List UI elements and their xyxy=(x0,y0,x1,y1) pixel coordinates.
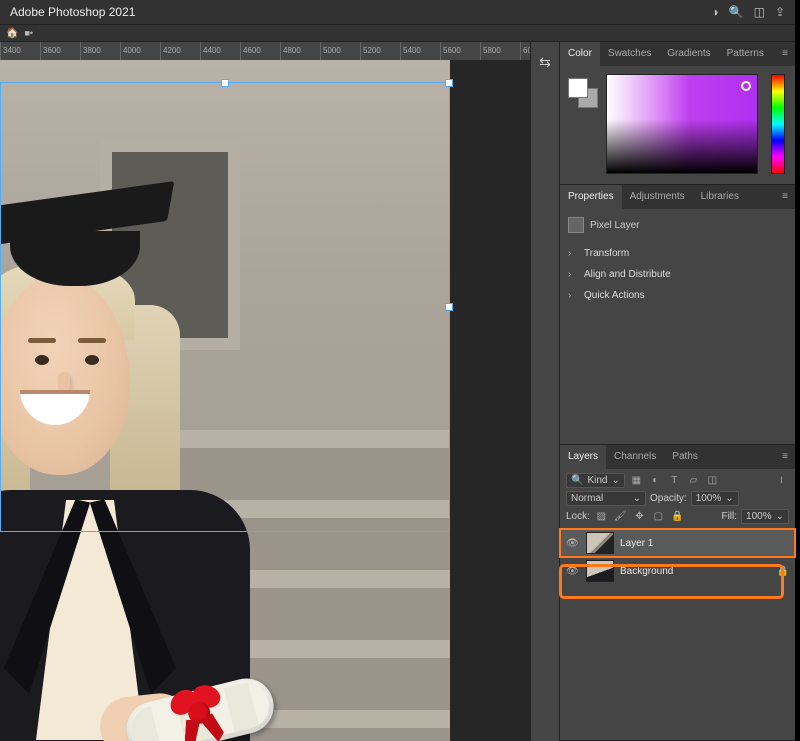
panel-menu-icon[interactable]: ≡ xyxy=(775,445,795,469)
tab-libraries[interactable]: Libraries xyxy=(693,185,747,209)
lock-position-icon[interactable]: ✥ xyxy=(632,510,647,524)
cloud-docs-icon[interactable]: ◑ xyxy=(711,5,718,19)
layers-panel: Layers Channels Paths ≡ 🔍 Kind ⌄ ▦ ◐ T ▱… xyxy=(560,445,795,741)
panel-menu-icon[interactable]: ≡ xyxy=(775,42,795,66)
ruler-tick: 3600 xyxy=(40,42,80,60)
blend-mode-select[interactable]: Normal⌄ xyxy=(566,491,646,506)
app-title: Adobe Photoshop 2021 xyxy=(10,5,135,19)
color-field[interactable] xyxy=(606,74,758,174)
tab-patterns[interactable]: Patterns xyxy=(719,42,772,66)
tab-gradients[interactable]: Gradients xyxy=(659,42,718,66)
chevron-down-icon: ⌄ xyxy=(633,493,641,504)
document-canvas[interactable] xyxy=(0,60,450,741)
ruler-tick: 3400 xyxy=(0,42,40,60)
layer-item[interactable]: 👁 Background 🔒 xyxy=(560,557,795,585)
lock-icon[interactable]: 🔒 xyxy=(777,566,789,577)
ruler-tick: 4800 xyxy=(280,42,320,60)
visibility-toggle-icon[interactable]: 👁 xyxy=(566,538,580,549)
ruler-tick: 4600 xyxy=(240,42,280,60)
layer-name[interactable]: Background xyxy=(620,566,771,577)
fill-input[interactable]: 100% ⌄ xyxy=(741,509,789,524)
titlebar: Adobe Photoshop 2021 ◑ 🔍 ◫ ⇪ xyxy=(0,0,795,24)
properties-header: Pixel Layer xyxy=(568,217,787,233)
tab-adjustments[interactable]: Adjustments xyxy=(622,185,693,209)
filter-shape-icon[interactable]: ▱ xyxy=(686,474,701,488)
chevron-down-icon: ⌄ xyxy=(776,511,784,522)
ruler-tick: 5200 xyxy=(360,42,400,60)
layer-thumbnail[interactable] xyxy=(586,560,614,582)
layer-thumbnail[interactable] xyxy=(586,532,614,554)
record-icon[interactable]: ■• xyxy=(24,28,33,38)
section-transform[interactable]: ›Transform xyxy=(568,243,787,264)
share-icon[interactable]: ⇪ xyxy=(775,5,785,19)
tab-swatches[interactable]: Swatches xyxy=(600,42,659,66)
lock-label: Lock: xyxy=(566,511,590,522)
panel-menu-icon[interactable]: ≡ xyxy=(775,185,795,209)
properties-panel: Properties Adjustments Libraries ≡ Pixel… xyxy=(560,185,795,445)
home-icon[interactable]: 🏠 xyxy=(6,28,18,39)
tab-channels[interactable]: Channels xyxy=(606,445,664,469)
lock-transparency-icon[interactable]: ▨ xyxy=(594,510,609,524)
workspace-icon[interactable]: ◫ xyxy=(754,5,765,19)
right-panels: Color Swatches Gradients Patterns ≡ Prop… xyxy=(560,42,795,741)
ruler-tick: 6000 xyxy=(520,42,530,60)
color-picker-cursor[interactable] xyxy=(741,81,751,91)
pixel-layer-icon xyxy=(568,217,584,233)
layer-list: 👁 Layer 1 👁 Background 🔒 xyxy=(560,528,795,585)
chevron-right-icon: › xyxy=(568,290,578,301)
properties-title: Pixel Layer xyxy=(590,220,639,231)
collapsed-panel-dock: ⇆ xyxy=(530,42,560,741)
ruler-tick: 5800 xyxy=(480,42,520,60)
lock-artboard-icon[interactable]: ▢ xyxy=(651,510,666,524)
tab-paths[interactable]: Paths xyxy=(664,445,706,469)
search-icon[interactable]: 🔍 xyxy=(729,5,744,19)
opacity-label: Opacity: xyxy=(650,493,687,504)
opacity-input[interactable]: 100% ⌄ xyxy=(691,491,739,506)
titlebar-actions: ◑ 🔍 ◫ ⇪ xyxy=(711,5,785,19)
filter-pixel-icon[interactable]: ▦ xyxy=(629,474,644,488)
color-panel: Color Swatches Gradients Patterns ≡ xyxy=(560,42,795,185)
ruler-tick: 4000 xyxy=(120,42,160,60)
layer-item[interactable]: 👁 Layer 1 xyxy=(560,529,795,557)
ruler-tick: 5400 xyxy=(400,42,440,60)
visibility-toggle-icon[interactable]: 👁 xyxy=(566,566,580,577)
foreground-color-swatch[interactable] xyxy=(568,78,588,98)
lock-pixels-icon[interactable]: 🖌 xyxy=(613,510,628,524)
ruler-tick: 5600 xyxy=(440,42,480,60)
layer-name[interactable]: Layer 1 xyxy=(620,538,789,549)
hue-slider[interactable] xyxy=(771,74,785,174)
tab-layers[interactable]: Layers xyxy=(560,445,606,469)
section-quick-actions[interactable]: ›Quick Actions xyxy=(568,285,787,306)
tab-properties[interactable]: Properties xyxy=(560,185,622,209)
ruler-tick: 3800 xyxy=(80,42,120,60)
filter-adjust-icon[interactable]: ◐ xyxy=(648,474,663,488)
chevron-down-icon: ⌄ xyxy=(725,493,733,504)
horizontal-ruler[interactable]: 3400 3600 3800 4000 4200 4400 4600 4800 … xyxy=(0,42,530,60)
ruler-tick: 5000 xyxy=(320,42,360,60)
lock-all-icon[interactable]: 🔒 xyxy=(670,510,685,524)
chevron-right-icon: › xyxy=(568,269,578,280)
filter-type-icon[interactable]: T xyxy=(667,474,682,488)
layer-filter-type[interactable]: 🔍 Kind ⌄ xyxy=(566,473,625,488)
chevron-down-icon: ⌄ xyxy=(611,475,619,486)
section-align[interactable]: ›Align and Distribute xyxy=(568,264,787,285)
options-bar: 🏠 ■• xyxy=(0,24,795,42)
filter-smart-icon[interactable]: ◫ xyxy=(705,474,720,488)
canvas-area[interactable]: 3400 3600 3800 4000 4200 4400 4600 4800 … xyxy=(0,42,530,741)
filter-toggle[interactable]: ⏽ xyxy=(774,474,789,488)
app-window: Adobe Photoshop 2021 ◑ 🔍 ◫ ⇪ 🏠 ■• 3400 3… xyxy=(0,0,795,741)
ruler-tick: 4400 xyxy=(200,42,240,60)
fill-label: Fill: xyxy=(721,511,737,522)
panel-toggle-icon[interactable]: ⇆ xyxy=(533,50,557,74)
tab-color[interactable]: Color xyxy=(560,42,600,66)
chevron-right-icon: › xyxy=(568,248,578,259)
ruler-tick: 4200 xyxy=(160,42,200,60)
